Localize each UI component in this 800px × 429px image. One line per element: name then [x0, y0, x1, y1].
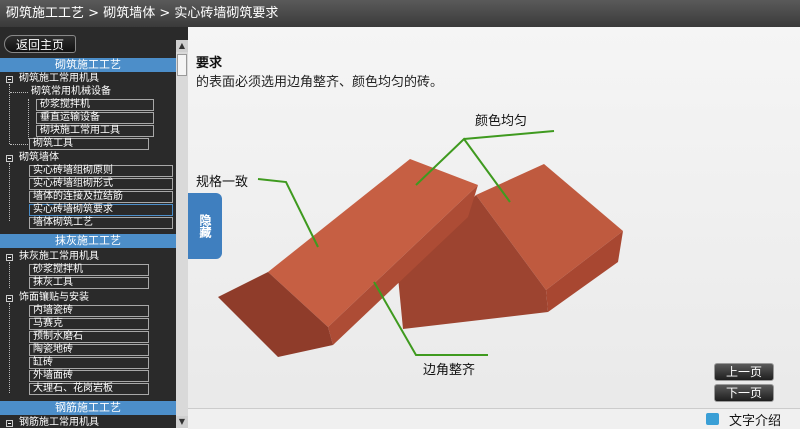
tree-item[interactable]: 砌块施工常用工具 — [36, 125, 154, 137]
tree-group[interactable]: 抹灰施工常用机具 — [19, 251, 99, 263]
sidebar: 返回主页 砌筑施工工艺 砌筑施工常用机具 砌筑常用机械设备 砂浆搅拌机 垂直运输… — [0, 27, 188, 428]
collapse-icon[interactable] — [6, 155, 13, 162]
scroll-up-icon[interactable]: ▲ — [176, 40, 188, 52]
breadcrumb-separator: > — [88, 6, 100, 21]
next-page-button[interactable]: 下一页 — [714, 384, 774, 402]
hide-sidebar-button[interactable]: 隐藏 — [188, 193, 222, 259]
tree-item[interactable]: 砌筑工具 — [29, 138, 149, 150]
section-header[interactable]: 钢筋施工工艺 — [0, 401, 176, 415]
text-intro-icon[interactable] — [706, 413, 719, 425]
collapse-icon[interactable] — [6, 254, 13, 261]
back-home-button[interactable]: 返回主页 — [4, 35, 76, 53]
main-content: 要求 的表面必须选用边角整齐、颜色均匀的砖。 颜色均匀 规格一致 边角整齐 隐藏… — [188, 27, 800, 429]
scroll-thumb[interactable] — [177, 54, 187, 76]
section-header[interactable]: 砌筑施工工艺 — [0, 58, 176, 72]
breadcrumb-item: 砌筑施工工艺 — [6, 6, 85, 21]
brick-illustration — [218, 130, 623, 357]
leader-line-size — [257, 178, 319, 248]
tree-item[interactable]: 预制水磨石 — [29, 331, 149, 343]
breadcrumb-separator: > — [159, 6, 171, 21]
tree-line — [28, 99, 29, 139]
label-size-consistent: 规格一致 — [196, 175, 249, 190]
tree-item[interactable]: 实心砖墙组砌形式 — [29, 178, 173, 190]
tree-item[interactable]: 砌筑常用机械设备 — [31, 86, 111, 98]
tree-item[interactable]: 墙体砌筑工艺 — [29, 217, 173, 229]
label-color-uniform: 颜色均匀 — [475, 114, 528, 129]
tree-group[interactable]: 砌筑施工常用机具 — [19, 73, 99, 85]
tree-group[interactable]: 钢筋施工常用机具 — [19, 417, 99, 428]
scroll-down-icon[interactable]: ▼ — [176, 416, 188, 428]
tree-item[interactable]: 内墙瓷砖 — [29, 305, 149, 317]
tree-line — [9, 84, 10, 144]
tree-line — [10, 144, 28, 145]
breadcrumb-item: 实心砖墙砌筑要求 — [174, 6, 279, 21]
tree-item[interactable]: 实心砖墙组砌原则 — [29, 165, 173, 177]
tree-item[interactable]: 外墙面砖 — [29, 370, 149, 382]
collapse-icon[interactable] — [6, 295, 13, 302]
tree-item[interactable]: 砂浆搅拌机 — [29, 264, 149, 276]
tree-group[interactable]: 饰面镶贴与安装 — [19, 292, 89, 304]
tree-item-active[interactable]: 实心砖墙砌筑要求 — [29, 204, 173, 216]
prev-page-button[interactable]: 上一页 — [714, 363, 774, 381]
tree-item[interactable]: 抹灰工具 — [29, 277, 149, 289]
text-intro-button[interactable]: 文字介绍 — [729, 410, 781, 429]
tree-group[interactable]: 砌筑墙体 — [19, 152, 59, 164]
tree-line — [9, 262, 10, 288]
breadcrumb-item: 砌筑墙体 — [103, 6, 156, 21]
collapse-icon[interactable] — [6, 420, 13, 427]
tree-item[interactable]: 砂浆搅拌机 — [36, 99, 154, 111]
section-header[interactable]: 抹灰施工工艺 — [0, 234, 176, 248]
tree-item[interactable]: 陶瓷地砖 — [29, 344, 149, 356]
sidebar-scrollbar[interactable]: ▲ ▼ — [176, 40, 188, 428]
collapse-icon[interactable] — [6, 76, 13, 83]
tree-line — [10, 92, 28, 93]
tree-item[interactable]: 墙体的连接及拉结筋 — [29, 191, 173, 203]
tree-item[interactable]: 大理石、花岗岩板 — [29, 383, 149, 395]
bottom-bar: 文字介绍 — [188, 408, 800, 429]
tree-line — [9, 303, 10, 393]
tree-line — [9, 163, 10, 221]
breadcrumb: 砌筑施工工艺 > 砌筑墙体 > 实心砖墙砌筑要求 — [0, 0, 800, 27]
tree-item[interactable]: 缸砖 — [29, 357, 149, 369]
tree-item[interactable]: 垂直运输设备 — [36, 112, 154, 124]
leader-line-color-top — [463, 130, 555, 140]
tree-item[interactable]: 马赛克 — [29, 318, 149, 330]
label-edge-neat: 边角整齐 — [423, 363, 476, 378]
